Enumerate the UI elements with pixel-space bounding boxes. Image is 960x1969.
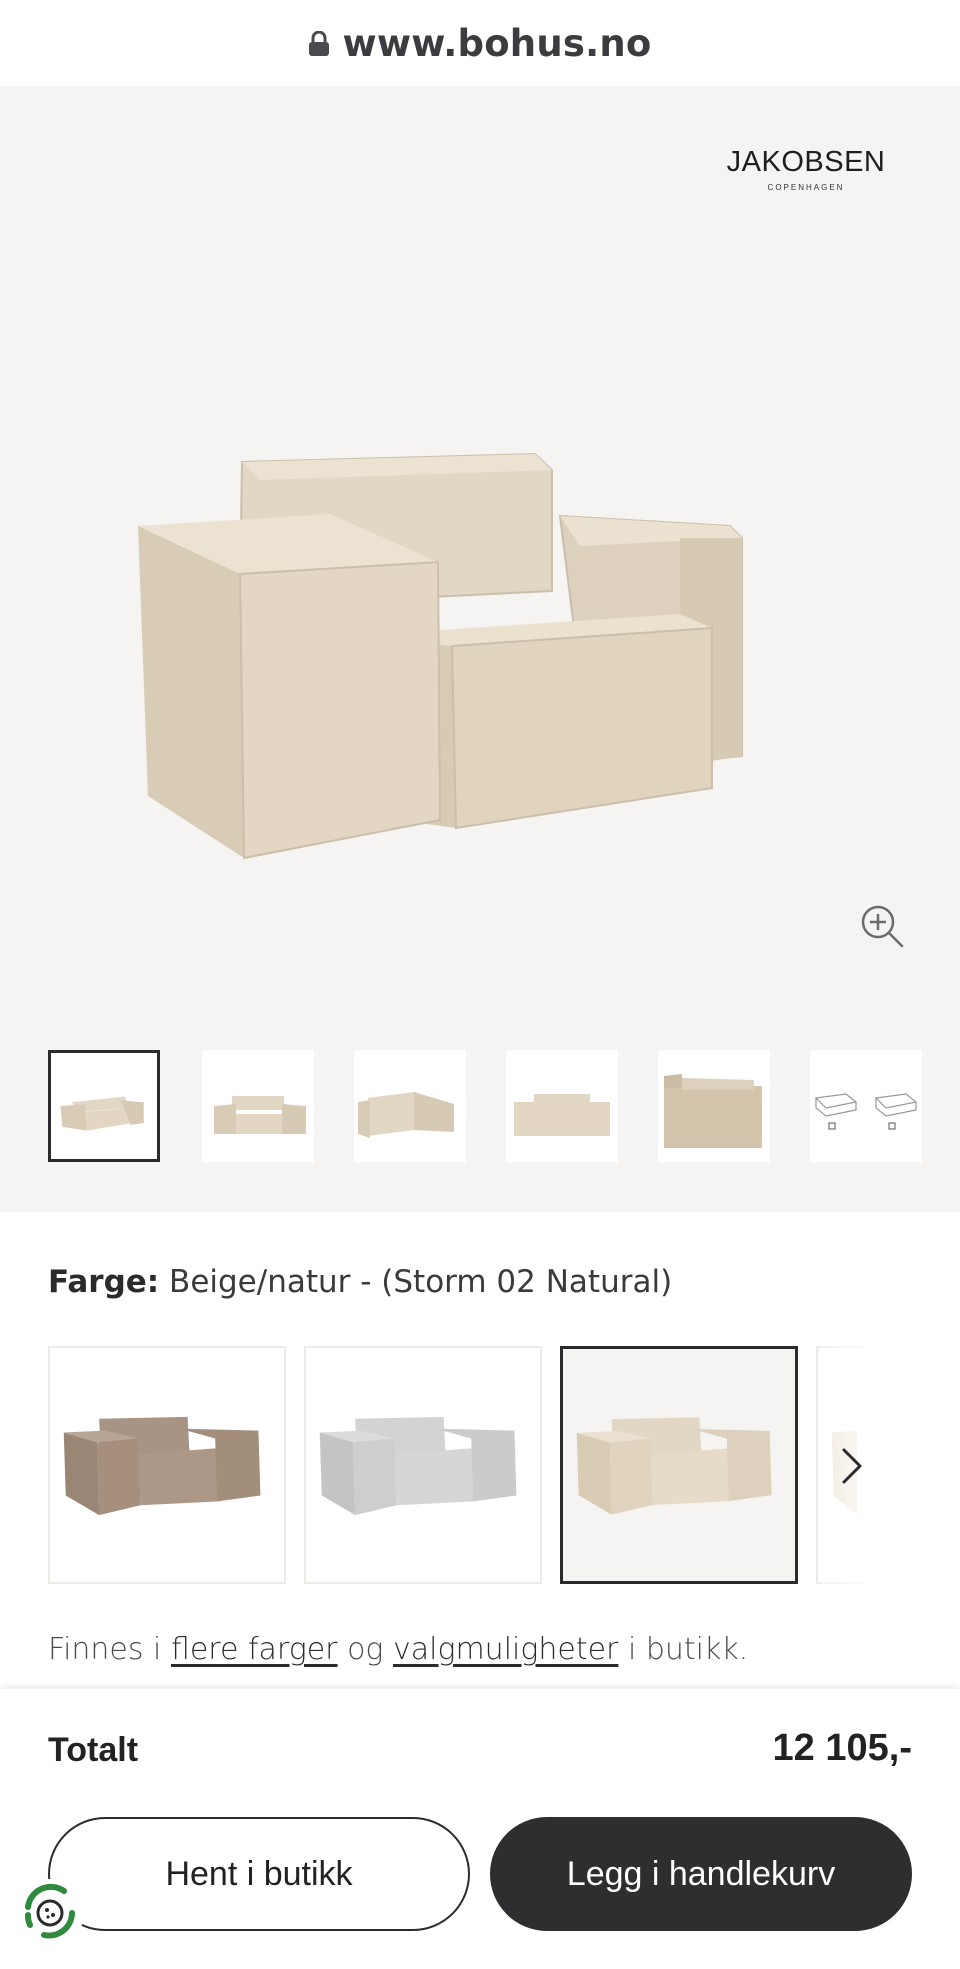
color-swatches bbox=[48, 1346, 868, 1584]
more-colors-link[interactable]: flere farger bbox=[171, 1632, 338, 1667]
color-label: Farge: bbox=[48, 1264, 160, 1300]
thumbnail-4[interactable] bbox=[506, 1050, 618, 1162]
thumbnail-1[interactable] bbox=[48, 1050, 160, 1162]
total-label: Totalt bbox=[48, 1731, 139, 1769]
brand-logo: JAKOBSEN COPENHAGEN bbox=[716, 146, 896, 192]
color-label-row: Farge: Beige/natur - (Storm 02 Natural) bbox=[48, 1264, 672, 1300]
availability-middle: og bbox=[347, 1632, 384, 1667]
swatch-beige[interactable] bbox=[560, 1346, 798, 1584]
color-value: Beige/natur - (Storm 02 Natural) bbox=[169, 1264, 673, 1300]
brand-name: JAKOBSEN bbox=[726, 146, 886, 178]
thumbnail-3[interactable] bbox=[354, 1050, 466, 1162]
zoom-in-icon[interactable] bbox=[858, 902, 906, 950]
swatch-brown[interactable] bbox=[48, 1346, 286, 1584]
lock-icon bbox=[309, 31, 330, 56]
total-price: 12 105,- bbox=[772, 1727, 912, 1769]
thumbnail-6[interactable] bbox=[810, 1050, 922, 1162]
add-to-cart-button[interactable]: Legg i handlekurv bbox=[490, 1817, 912, 1931]
product-gallery: JAKOBSEN COPENHAGEN bbox=[0, 86, 960, 1212]
url-text: www.bohus.no bbox=[342, 21, 652, 65]
checkout-bar: Totalt 12 105,- Hent i butikk Legg i han… bbox=[0, 1689, 960, 1969]
options-link[interactable]: valgmuligheter bbox=[393, 1632, 618, 1667]
browser-url-bar[interactable]: www.bohus.no bbox=[0, 0, 960, 86]
recycle-badge-icon[interactable] bbox=[14, 1877, 86, 1949]
availability-prefix: Finnes i bbox=[48, 1632, 162, 1667]
thumbnail-5[interactable] bbox=[658, 1050, 770, 1162]
swatch-grey[interactable] bbox=[304, 1346, 542, 1584]
availability-suffix: i butikk. bbox=[627, 1632, 749, 1667]
thumbnail-2[interactable] bbox=[202, 1050, 314, 1162]
chevron-right-icon[interactable] bbox=[820, 1346, 868, 1584]
pickup-in-store-button[interactable]: Hent i butikk bbox=[48, 1817, 470, 1931]
availability-text: Finnes i flere farger og valgmuligheter … bbox=[48, 1632, 748, 1667]
brand-subtitle: COPENHAGEN bbox=[767, 183, 845, 192]
product-main-image[interactable] bbox=[120, 346, 840, 866]
thumbnail-strip bbox=[48, 1050, 928, 1162]
